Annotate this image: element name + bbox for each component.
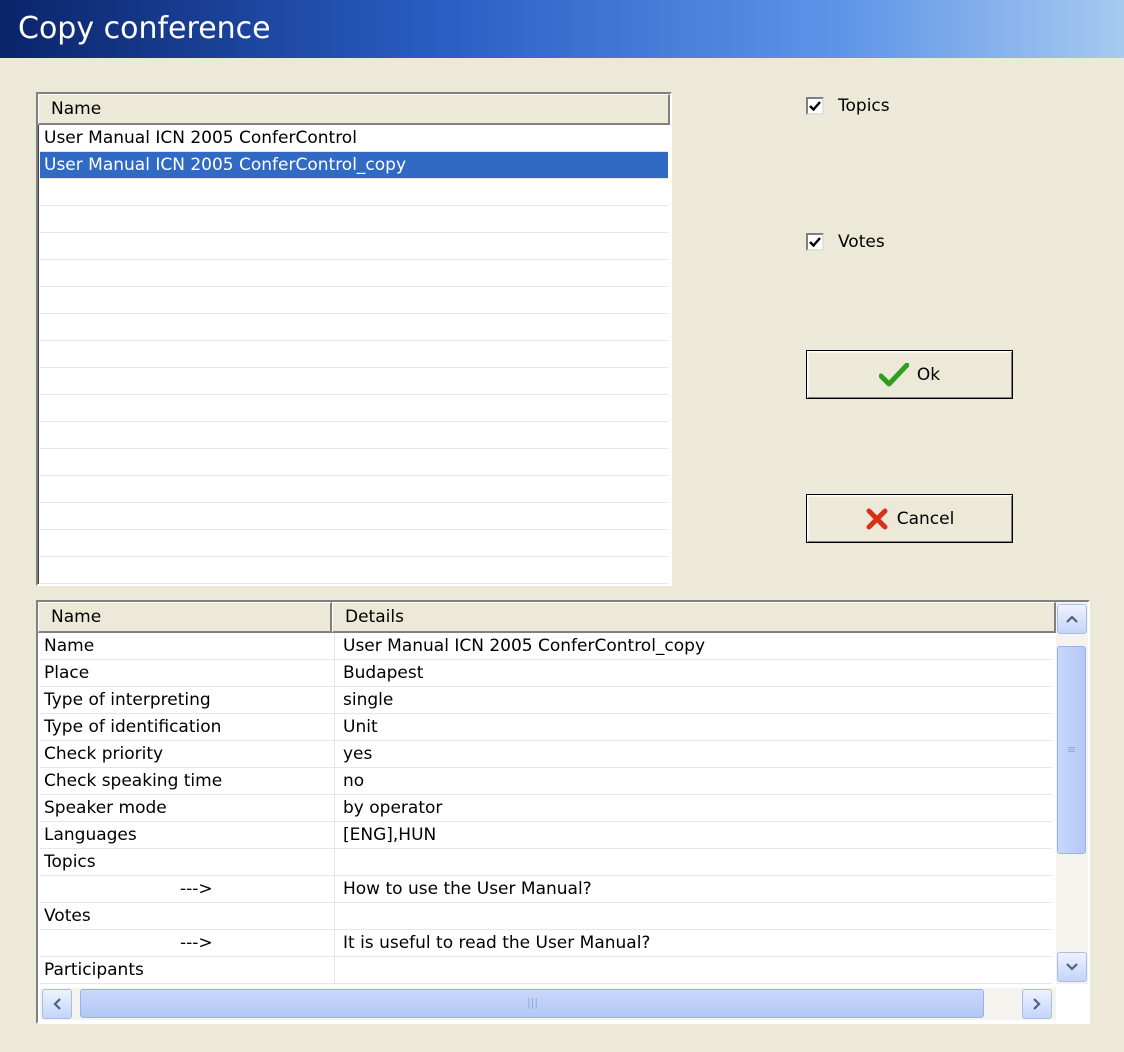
details-row-name: Name xyxy=(44,636,95,656)
horizontal-scrollbar[interactable]: ||| xyxy=(40,988,1056,1020)
details-column-header-details[interactable]: Details xyxy=(332,602,1056,633)
votes-checkbox-label: Votes xyxy=(838,232,885,252)
conference-list-empty-row[interactable] xyxy=(40,260,668,287)
details-row[interactable]: Check priority yes xyxy=(40,741,1052,768)
conference-list-header-name[interactable]: Name xyxy=(38,94,670,125)
details-row-name: Check speaking time xyxy=(44,771,223,791)
details-row[interactable]: ---> How to use the User Manual? xyxy=(40,876,1052,903)
details-row[interactable]: Votes xyxy=(40,903,1052,930)
window-title-bar: Copy conference xyxy=(0,0,1124,58)
details-row-name: Speaker mode xyxy=(44,798,167,818)
details-row[interactable]: Type of interpreting single xyxy=(40,687,1052,714)
details-grid[interactable]: Name Details Name User Manual ICN 2005 Co… xyxy=(36,600,1090,1024)
horizontal-scroll-thumb[interactable]: ||| xyxy=(80,989,984,1018)
topics-checkbox[interactable]: Topics xyxy=(806,96,890,116)
chevron-up-icon xyxy=(1066,615,1078,623)
details-row-name: Languages xyxy=(44,825,137,845)
conference-list-empty-row[interactable] xyxy=(40,341,668,368)
details-row[interactable]: Place Budapest xyxy=(40,660,1052,687)
cancel-button-label: Cancel xyxy=(896,508,955,529)
details-row-detail xyxy=(334,957,1052,984)
details-row-name: Votes xyxy=(44,906,91,926)
details-column-header-name[interactable]: Name xyxy=(38,602,332,633)
details-row[interactable]: Languages [ENG],HUN xyxy=(40,822,1052,849)
cancel-button[interactable]: Cancel xyxy=(806,494,1013,543)
conference-list[interactable]: Name User Manual ICN 2005 ConferControl U… xyxy=(36,92,672,586)
conference-list-empty-row[interactable] xyxy=(40,395,668,422)
details-row-detail: no xyxy=(334,768,1052,795)
conference-list-empty-row[interactable] xyxy=(40,449,668,476)
grip-icon: ≡ xyxy=(1067,743,1077,756)
details-row-name: Place xyxy=(44,663,90,683)
chevron-left-icon xyxy=(53,998,61,1010)
vertical-scrollbar[interactable]: ≡ xyxy=(1056,602,1088,984)
details-row-detail xyxy=(334,903,1052,930)
chevron-down-icon xyxy=(1066,963,1078,971)
scroll-up-button[interactable] xyxy=(1057,604,1087,634)
chevron-right-icon xyxy=(1033,998,1041,1010)
details-row-detail: It is useful to read the User Manual? xyxy=(334,930,1052,957)
vertical-scroll-thumb[interactable]: ≡ xyxy=(1057,646,1086,854)
details-row[interactable]: Topics xyxy=(40,849,1052,876)
conference-list-empty-row[interactable] xyxy=(40,476,668,503)
conference-list-empty-row[interactable] xyxy=(40,179,668,206)
ok-button-label: Ok xyxy=(916,364,941,385)
conference-list-item[interactable]: User Manual ICN 2005 ConferControl xyxy=(40,125,668,152)
conference-list-empty-row[interactable] xyxy=(40,422,668,449)
conference-list-empty-row[interactable] xyxy=(40,503,668,530)
window-title: Copy conference xyxy=(18,11,271,46)
conference-list-empty-row[interactable] xyxy=(40,530,668,557)
ok-button[interactable]: Ok xyxy=(806,350,1013,399)
check-mark-icon xyxy=(809,237,821,248)
details-row[interactable]: Check speaking time no xyxy=(40,768,1052,795)
green-check-icon xyxy=(878,362,909,386)
details-row-detail: by operator xyxy=(334,795,1052,822)
details-row-name: Participants xyxy=(44,960,144,980)
details-row-detail: User Manual ICN 2005 ConferControl_copy xyxy=(334,633,1052,660)
check-mark-icon xyxy=(809,101,821,112)
conference-list-empty-row[interactable] xyxy=(40,233,668,260)
details-row-detail: [ENG],HUN xyxy=(334,822,1052,849)
scroll-left-button[interactable] xyxy=(42,989,72,1019)
conference-list-empty-row[interactable] xyxy=(40,287,668,314)
details-row-name: Type of identification xyxy=(44,717,222,737)
details-row[interactable]: ---> It is useful to read the User Manual… xyxy=(40,930,1052,957)
details-row[interactable]: Type of identification Unit xyxy=(40,714,1052,741)
red-x-icon xyxy=(866,508,888,529)
details-row[interactable]: Participants xyxy=(40,957,1052,984)
details-row-detail: Unit xyxy=(334,714,1052,741)
scroll-down-button[interactable] xyxy=(1057,952,1087,982)
details-row-detail: How to use the User Manual? xyxy=(334,876,1052,903)
topics-checkbox-box[interactable] xyxy=(806,97,824,115)
conference-list-empty-row[interactable] xyxy=(40,368,668,395)
topics-checkbox-label: Topics xyxy=(838,96,890,116)
details-row-detail xyxy=(334,849,1052,876)
conference-list-empty-row[interactable] xyxy=(40,557,668,584)
details-row-name: Topics xyxy=(44,852,96,872)
conference-list-item[interactable]: User Manual ICN 2005 ConferControl_copy xyxy=(40,152,668,179)
details-row[interactable]: Name User Manual ICN 2005 ConferControl_c… xyxy=(40,633,1052,660)
grip-icon: ||| xyxy=(527,996,539,1009)
votes-checkbox-box[interactable] xyxy=(806,233,824,251)
conference-list-empty-row[interactable] xyxy=(40,206,668,233)
details-row[interactable]: Speaker mode by operator xyxy=(40,795,1052,822)
details-row-detail: yes xyxy=(334,741,1052,768)
details-row-detail: Budapest xyxy=(334,660,1052,687)
details-row-name: Check priority xyxy=(44,744,164,764)
scroll-right-button[interactable] xyxy=(1022,989,1052,1019)
conference-list-empty-row[interactable] xyxy=(40,314,668,341)
details-row-name: Type of interpreting xyxy=(44,690,211,710)
votes-checkbox[interactable]: Votes xyxy=(806,232,885,252)
details-row-detail: single xyxy=(334,687,1052,714)
